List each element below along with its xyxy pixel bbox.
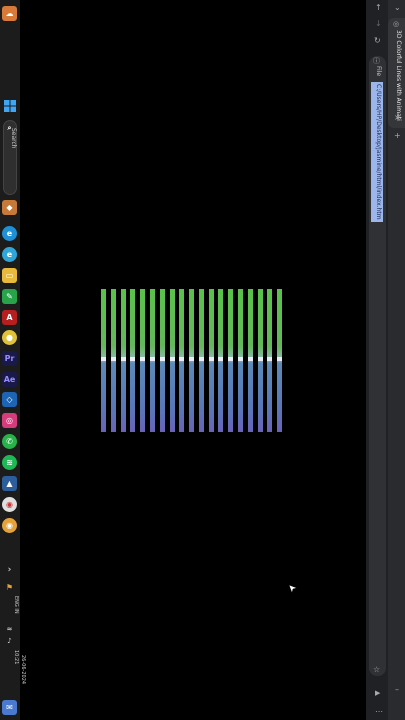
colorful-lines-graphic [100, 289, 286, 432]
after-effects-icon[interactable]: Ae [2, 372, 17, 387]
windows-logo-icon [3, 99, 16, 112]
chrome-active-icon[interactable]: ◉ [2, 518, 17, 533]
bar-highlight-segment [179, 357, 185, 361]
minimize-icon[interactable]: – [395, 686, 399, 694]
taskbar-search-label: Search [10, 128, 17, 149]
bookmark-star-icon[interactable]: ☆ [373, 666, 380, 674]
chrome-canary-icon[interactable]: ◉ [2, 497, 17, 512]
bar-highlight-segment [257, 357, 263, 361]
bar-highlight-segment [159, 357, 165, 361]
bar-highlight-segment [101, 357, 106, 361]
vscode-icon[interactable]: ◇ [2, 392, 17, 407]
bar-highlight-segment [208, 357, 214, 361]
bar-highlight-segment [149, 357, 155, 361]
premiere-icon[interactable]: Pr [2, 351, 17, 366]
edge-dev-icon[interactable]: e [2, 247, 17, 262]
windows-taskbar: ☁ ⌕ Search ◆ e e ▭ ✎ A ● Pr Ae ◇ ◎ ✆ ≋ ▲… [0, 0, 26, 720]
bar-highlight-segment [228, 357, 234, 361]
url-text[interactable]: C:/Users/HP/Desktop/Jasmine/html/index.h… [372, 84, 382, 220]
acrobat-icon[interactable]: A [2, 310, 17, 325]
menu-icon[interactable]: ⋯ [375, 708, 383, 716]
back-arrow-icon[interactable]: ↑ [375, 4, 382, 12]
new-tab-icon[interactable]: + [394, 132, 401, 140]
tab-search-icon[interactable]: ⌄ [394, 4, 401, 12]
file-info-icon[interactable]: ⓘ [373, 58, 380, 65]
windows-start-icon[interactable] [2, 98, 17, 113]
language-indicator[interactable]: ENG IN [1, 596, 19, 620]
forward-arrow-icon[interactable]: ↓ [375, 20, 382, 28]
chrome-icon[interactable]: ● [2, 330, 17, 345]
bar-highlight-segment [130, 357, 136, 361]
bar-highlight-segment [238, 357, 244, 361]
chevron-up-icon[interactable]: › [2, 563, 17, 578]
bar-highlight-segment [120, 357, 126, 361]
profile-icon[interactable]: ▶ [375, 690, 380, 697]
mouse-cursor-icon [289, 585, 297, 593]
bar-highlight-segment [189, 357, 195, 361]
file-scheme-label: File [375, 66, 382, 77]
tab-favicon-icon: ◎ [393, 20, 400, 28]
bar-highlight-segment [267, 357, 273, 361]
spreadsheet-icon[interactable]: ✎ [2, 289, 17, 304]
bar-highlight-segment [110, 357, 116, 361]
instagram-icon[interactable]: ◎ [2, 413, 17, 428]
bar-highlight-segment [198, 357, 204, 361]
bar-highlight-segment [247, 357, 253, 361]
copilot-icon[interactable]: ◆ [2, 200, 17, 215]
tab-title: 3D Colorful Lines with Animati [395, 30, 402, 121]
bar-highlight-segment [169, 357, 175, 361]
clock-date[interactable]: 26-06-2024 [8, 655, 26, 695]
spotify-icon[interactable]: ≋ [2, 455, 17, 470]
file-explorer-icon[interactable]: ▭ [2, 268, 17, 283]
tab-close-icon[interactable]: × [394, 114, 401, 122]
whatsapp-icon[interactable]: ✆ [2, 434, 17, 449]
volume-icon[interactable]: ♪ [2, 634, 17, 649]
bar-highlight-segment [277, 357, 283, 361]
reload-icon[interactable]: ↻ [374, 37, 381, 45]
bar-highlight-segment [218, 357, 224, 361]
python-icon[interactable]: ▲ [2, 476, 17, 491]
weather-widget-icon[interactable]: ☁ [2, 6, 17, 21]
notification-app-icon[interactable]: ⚑ [2, 580, 17, 595]
notification-bell-icon[interactable]: ✉ [2, 700, 17, 715]
edge-icon[interactable]: e [2, 226, 17, 241]
bar-highlight-segment [140, 357, 146, 361]
